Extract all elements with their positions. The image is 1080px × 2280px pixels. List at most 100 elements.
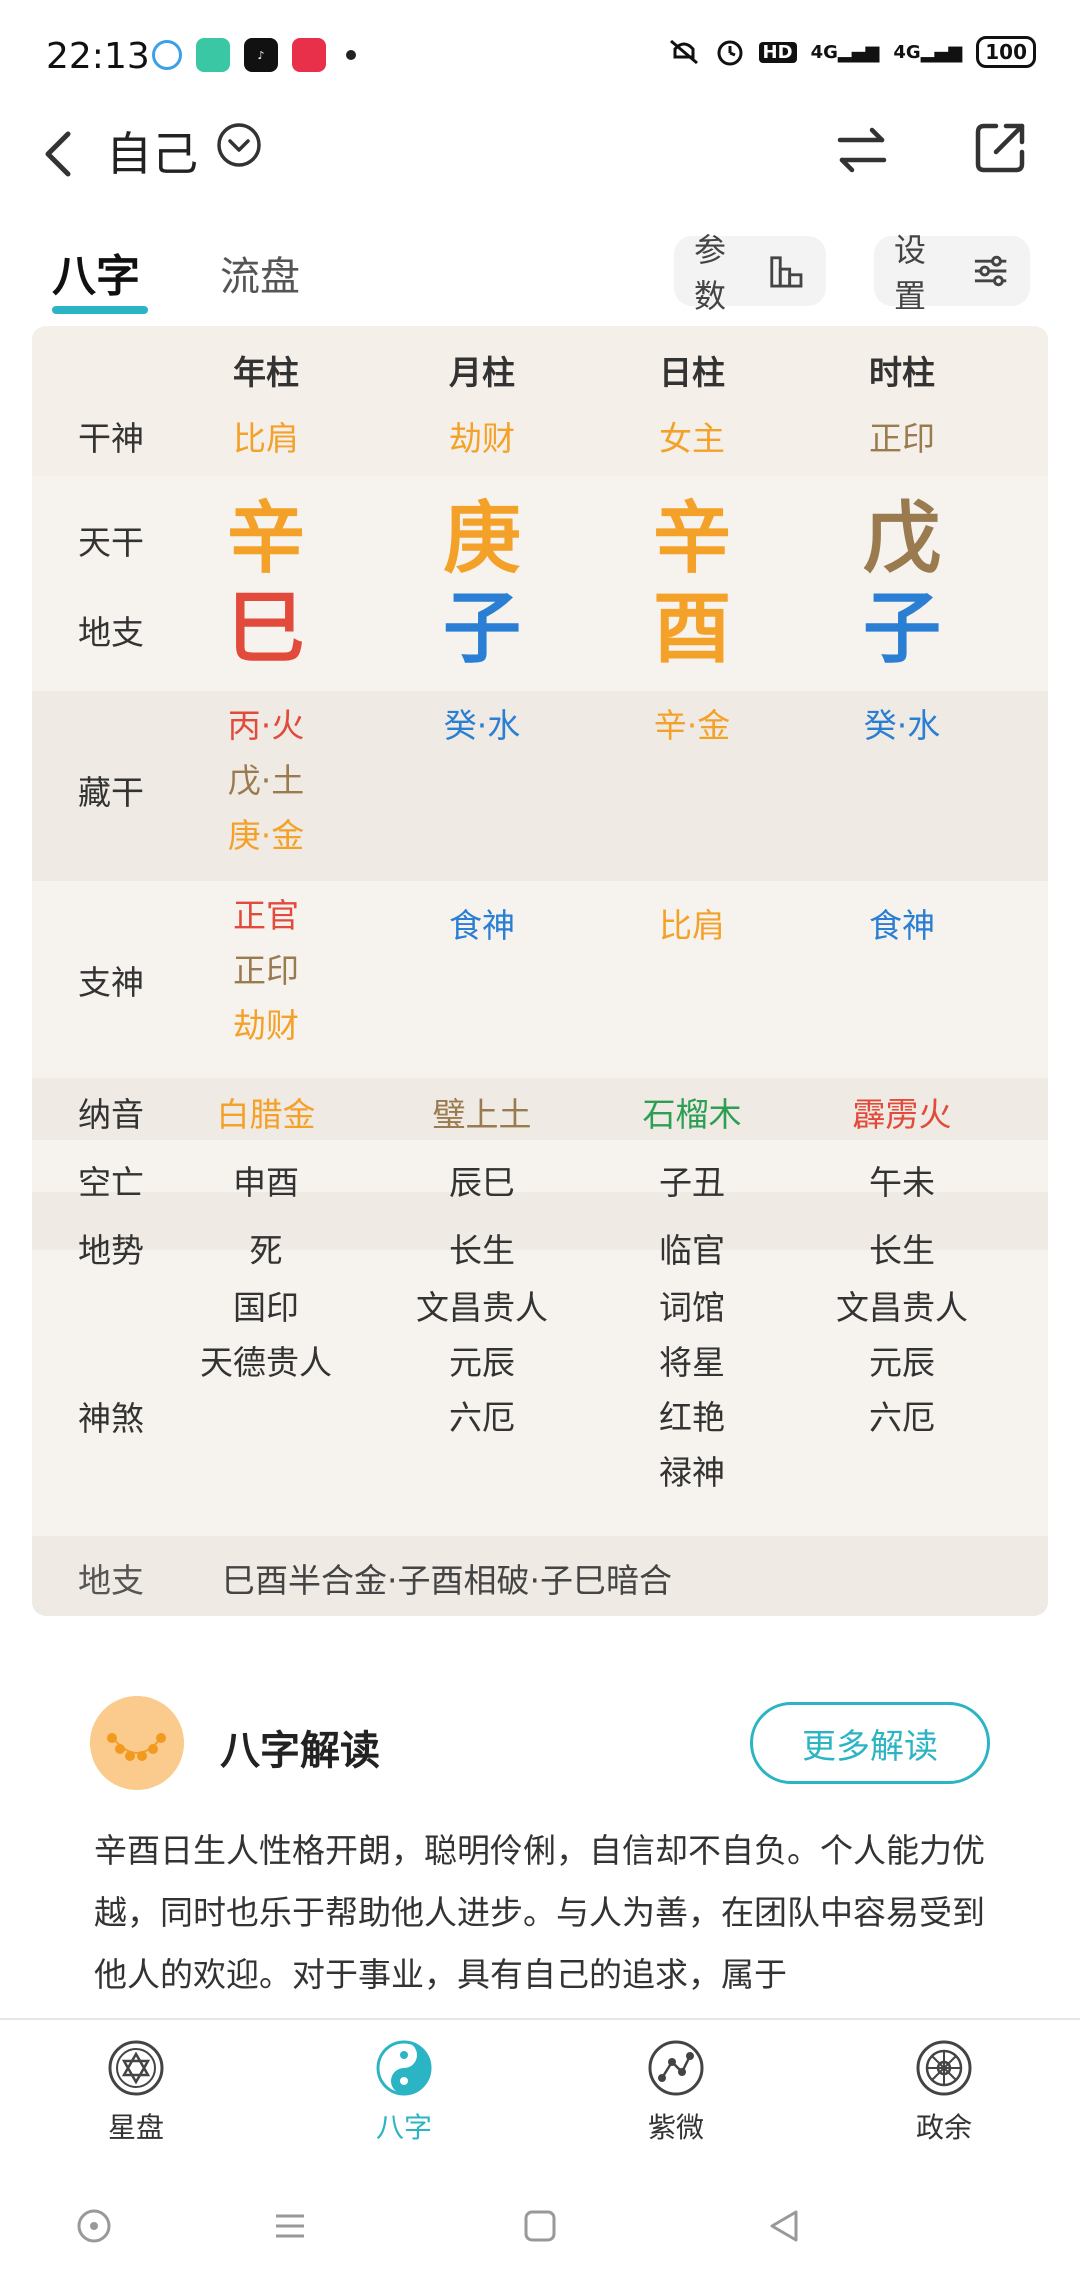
- di-zhi-hour[interactable]: 子: [802, 566, 1002, 678]
- zhi-shen-day: 比肩: [592, 898, 792, 953]
- shen-sha-item: 红艳: [659, 1398, 725, 1437]
- di-shi-year: 死: [249, 1231, 283, 1270]
- cang-gan-item: 癸·水: [443, 706, 521, 745]
- nav-item-ziwei[interactable]: 紫微: [596, 2038, 756, 2146]
- kong-wang-year: 申酉: [233, 1163, 299, 1202]
- column-header-month: 月柱: [449, 353, 515, 392]
- row-label-di-zhi-relation: 地支: [78, 1561, 144, 1600]
- di-zhi-relation-text: 巳酉半合金·子酉相破·子巳暗合: [222, 1561, 672, 1600]
- tab-bazi[interactable]: 八字: [52, 240, 140, 304]
- params-label: 参数: [694, 231, 727, 315]
- zhi-shen-month: 食神: [382, 898, 582, 953]
- assistant-icon[interactable]: [74, 2206, 114, 2246]
- shen-sha-hour: 文昌贵人 元辰 六厄: [802, 1280, 1002, 1445]
- cang-gan-year: 丙·火 戊·土 庚·金: [166, 698, 366, 863]
- status-indicators: HD 4G▂▄▆ 4G▂▄▆ 100: [667, 36, 1036, 68]
- status-bar: 22:13 ♪ HD 4G▂▄▆ 4G▂▄▆ 100: [0, 0, 1080, 110]
- row-label-na-yin: 纳音: [78, 1095, 144, 1134]
- settings-label: 设置: [894, 231, 927, 315]
- zhi-shen-year: 正官 正印 劫财: [166, 888, 366, 1053]
- shen-sha-month: 文昌贵人 元辰 六厄: [382, 1280, 582, 1445]
- bar-chart-icon: [770, 256, 803, 288]
- row-label-shen-sha: 神煞: [78, 1399, 144, 1438]
- cang-gan-hour: 癸·水: [802, 698, 1002, 753]
- tab-liupan[interactable]: 流盘: [220, 244, 300, 302]
- sliders-icon: [974, 255, 1007, 287]
- alarm-icon: [717, 40, 743, 66]
- gan-shen-year: 比肩: [233, 419, 299, 458]
- shen-sha-item: 六厄: [449, 1398, 515, 1437]
- app-notification-icon: [292, 38, 326, 72]
- row-label-di-zhi: 地支: [78, 613, 144, 652]
- shen-sha-item: 词馆: [659, 1288, 725, 1327]
- status-time: 22:13: [46, 36, 150, 77]
- beads-icon: [90, 1696, 184, 1790]
- page-title[interactable]: 自己: [106, 118, 198, 184]
- cang-gan-month: 癸·水: [382, 698, 582, 753]
- more-notifications-icon: [346, 50, 356, 60]
- gan-shen-hour: 正印: [869, 419, 935, 458]
- na-yin-day: 石榴木: [642, 1095, 742, 1134]
- cang-gan-item: 癸·水: [863, 706, 941, 745]
- zhi-shen-item: 正官: [233, 896, 299, 935]
- dharma-wheel-icon: [916, 2040, 972, 2096]
- shen-sha-item: 禄神: [659, 1453, 725, 1492]
- di-shi-day: 临官: [659, 1231, 725, 1270]
- nav-label: 政余: [915, 2111, 972, 2144]
- home-icon[interactable]: [520, 2206, 560, 2246]
- shen-sha-item: 将星: [659, 1343, 725, 1382]
- shen-sha-day: 词馆 将星 红艳 禄神: [592, 1280, 792, 1500]
- star-of-david-icon: [108, 2040, 164, 2096]
- gan-shen-day: 女主: [659, 419, 725, 458]
- constellation-icon: [648, 2040, 704, 2096]
- column-header-year: 年柱: [233, 353, 299, 392]
- shen-sha-item: 文昌贵人: [416, 1288, 548, 1327]
- di-zhi-day[interactable]: 酉: [592, 566, 792, 678]
- tab-bar: 八字 流盘 参数 设置: [0, 231, 1080, 320]
- row-label-zhi-shen: 支神: [78, 963, 144, 1002]
- cang-gan-item: 庚·金: [227, 816, 305, 855]
- system-navigation-bar: [0, 2168, 1080, 2280]
- shen-sha-year: 国印 天德贵人: [166, 1280, 366, 1390]
- shen-sha-item: 六厄: [869, 1398, 935, 1437]
- kong-wang-day: 子丑: [659, 1163, 725, 1202]
- settings-button[interactable]: 设置: [874, 231, 1030, 315]
- nav-label: 八字: [375, 2111, 432, 2144]
- yin-yang-icon: [376, 2040, 432, 2096]
- share-icon[interactable]: [970, 118, 1030, 178]
- nav-item-zhengyu[interactable]: 政余: [864, 2038, 1024, 2146]
- app-notification-icon: [196, 38, 230, 72]
- params-button[interactable]: 参数: [674, 231, 826, 315]
- row-label-cang-gan: 藏干: [78, 773, 144, 812]
- more-reading-button[interactable]: 更多解读: [750, 1702, 990, 1784]
- di-zhi-year[interactable]: 巳: [166, 566, 366, 678]
- mute-icon: [669, 39, 698, 65]
- zhi-shen-item: 劫财: [233, 1006, 299, 1045]
- zhi-shen-item: 比肩: [659, 906, 725, 945]
- row-label-tian-gan: 天干: [78, 523, 144, 562]
- menu-icon[interactable]: [270, 2206, 310, 2246]
- cang-gan-item: 丙·火: [227, 706, 305, 745]
- signal-1-icon: 4G▂▄▆: [810, 41, 880, 63]
- battery-icon: 100: [976, 36, 1036, 68]
- cang-gan-item: 辛·金: [653, 706, 731, 745]
- network-type-1: 4G: [810, 41, 838, 63]
- di-zhi-month[interactable]: 子: [382, 566, 582, 678]
- network-type-2: 4G: [893, 41, 921, 63]
- cang-gan-item: 戊·土: [227, 761, 305, 800]
- nav-item-bazi[interactable]: 八字: [324, 2038, 484, 2146]
- reading-card: 八字解读 更多解读 辛酉日生人性格开朗，聪明伶俐，自信却不自负。个人能力优越，同…: [50, 1660, 1030, 2020]
- reading-text: 辛酉日生人性格开朗，聪明伶俐，自信却不自负。个人能力优越，同时也乐于帮助他人进步…: [94, 1831, 985, 1994]
- na-yin-month: 璧上土: [432, 1095, 532, 1134]
- chevron-down-icon[interactable]: [216, 122, 262, 168]
- nav-item-xingpan[interactable]: 星盘: [56, 2038, 216, 2146]
- back-icon[interactable]: [34, 120, 84, 190]
- row-label-gan-shen: 干神: [78, 419, 144, 458]
- bottom-nav: 星盘 八字 紫微 政余: [0, 2018, 1080, 2168]
- shen-sha-item: 国印: [233, 1288, 299, 1327]
- swap-icon[interactable]: [832, 120, 892, 180]
- hd-icon: HD: [758, 41, 797, 63]
- back-triangle-icon[interactable]: [764, 2206, 804, 2246]
- na-yin-year: 白腊金: [216, 1095, 316, 1134]
- tiktok-icon: ♪: [244, 38, 278, 72]
